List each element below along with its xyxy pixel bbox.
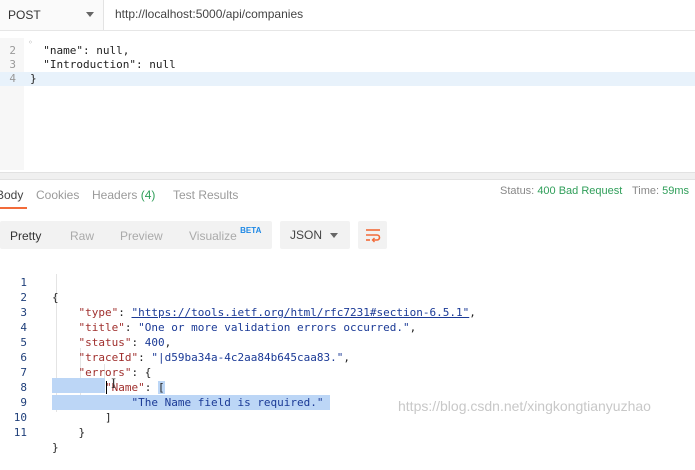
line-number: 3 [9, 58, 16, 71]
code-line: 3 "title": "One or more validation error… [0, 290, 416, 334]
format-select-label: JSON [290, 228, 323, 242]
line-number: 2 [9, 44, 16, 57]
line-number: 11 [13, 426, 27, 439]
wrap-lines-icon [366, 229, 381, 243]
punct: } [52, 441, 59, 454]
code-text: "name": null, [30, 44, 130, 57]
beta-badge: BETA [240, 226, 262, 235]
json-key: "type" [78, 306, 119, 319]
json-key: "status" [78, 336, 132, 349]
tab-cookies[interactable]: Cookies [36, 188, 79, 202]
code-line: 8 "The Name field is required." [0, 365, 331, 410]
status-info: Status: 400 Bad Request [500, 185, 622, 197]
tab-headers[interactable]: Headers (4) [92, 188, 155, 202]
json-link[interactable]: "https://tools.ietf.org/html/rfc7231#sec… [132, 306, 470, 319]
json-number: 400 [144, 336, 165, 349]
active-tab-indicator [0, 207, 27, 209]
url-input[interactable]: http://localhost:5000/api/companies [115, 7, 303, 21]
code-text: } [30, 72, 37, 85]
code-line: 7 "Name": [ [0, 350, 165, 394]
code-text: "traceId": "|d59ba34a-4c2aa84b645caa83."… [78, 351, 351, 364]
code-line: 1 { [0, 260, 58, 304]
chevron-down-icon [86, 12, 94, 17]
watermark: https://blog.csdn.net/xingkongtianyuzhao [398, 398, 651, 414]
code-line: 6 "errors": { [0, 335, 151, 379]
tab-test-results[interactable]: Test Results [173, 188, 238, 202]
code-line: 10 } [0, 395, 85, 439]
punct: { [52, 291, 59, 304]
text-cursor-icon: I [111, 377, 117, 392]
time-info: Time: 59ms [632, 185, 689, 197]
method-select[interactable]: POST [0, 0, 104, 30]
code-text: "title": "One or more validation errors … [78, 321, 417, 334]
code-text: "Name": [ [104, 381, 165, 394]
preview-button[interactable]: Preview [120, 229, 163, 243]
line-number: 4 [9, 72, 16, 85]
code-text: } [52, 440, 59, 455]
code-text: "Introduction": null [30, 58, 176, 71]
code-line: 2 "type": "https://tools.ietf.org/html/r… [0, 275, 476, 319]
json-key: "errors" [78, 366, 132, 379]
json-string: "One or more validation errors occurred.… [138, 321, 410, 334]
format-toolbar: Pretty Raw Preview Visualize BETA [0, 221, 272, 249]
code-text: "type": "https://tools.ietf.org/html/rfc… [78, 306, 476, 319]
active-line-highlight [0, 72, 695, 86]
time-value: 59ms [662, 185, 690, 197]
tab-headers-label: Headers [92, 188, 138, 202]
status-label: Status: [500, 185, 535, 197]
pane-divider[interactable] [0, 172, 695, 180]
code-line: 4 "status": 400, [0, 305, 171, 349]
json-string: "The Name field is required." [131, 396, 324, 409]
visualize-label: Visualize [189, 229, 237, 243]
code-text: "errors": { [78, 366, 152, 379]
pretty-button[interactable]: Pretty [10, 229, 41, 243]
format-select[interactable]: JSON [280, 221, 350, 249]
wrap-lines-button[interactable] [358, 221, 387, 249]
request-bar: POST http://localhost:5000/api/companies [0, 0, 695, 31]
tab-body[interactable]: Body [0, 188, 23, 202]
method-label: POST [8, 8, 41, 22]
punct: { [144, 366, 152, 379]
code-text: } [52, 425, 86, 440]
punct: [ [157, 381, 165, 394]
request-body-editor[interactable]: ◦ 2 "name": null, 3 "Introduction": null… [0, 38, 695, 170]
raw-button[interactable]: Raw [70, 229, 94, 243]
text-caret [106, 381, 107, 394]
chevron-down-icon [330, 233, 338, 238]
code-text: ] [52, 410, 112, 425]
tab-headers-count: (4) [140, 188, 156, 202]
json-string: "|d59ba34a-4c2aa84b645caa83." [151, 351, 344, 364]
punct: } [78, 426, 86, 439]
punct: ] [104, 411, 112, 424]
visualize-button[interactable]: Visualize BETA [189, 226, 262, 243]
json-key: "traceId" [78, 351, 139, 364]
code-text: "The Name field is required." [52, 395, 331, 410]
code-text: { [52, 290, 59, 305]
status-value: 400 Bad Request [537, 185, 623, 197]
code-line: 5 "traceId": "|d59ba34a-4c2aa84b645caa83… [0, 320, 350, 364]
time-label: Time: [632, 185, 660, 197]
code-line: 9 ] [0, 380, 111, 424]
json-key: "title" [78, 321, 125, 334]
code-line: 11 } [0, 410, 59, 454]
code-text: "status": 400, [78, 336, 172, 349]
